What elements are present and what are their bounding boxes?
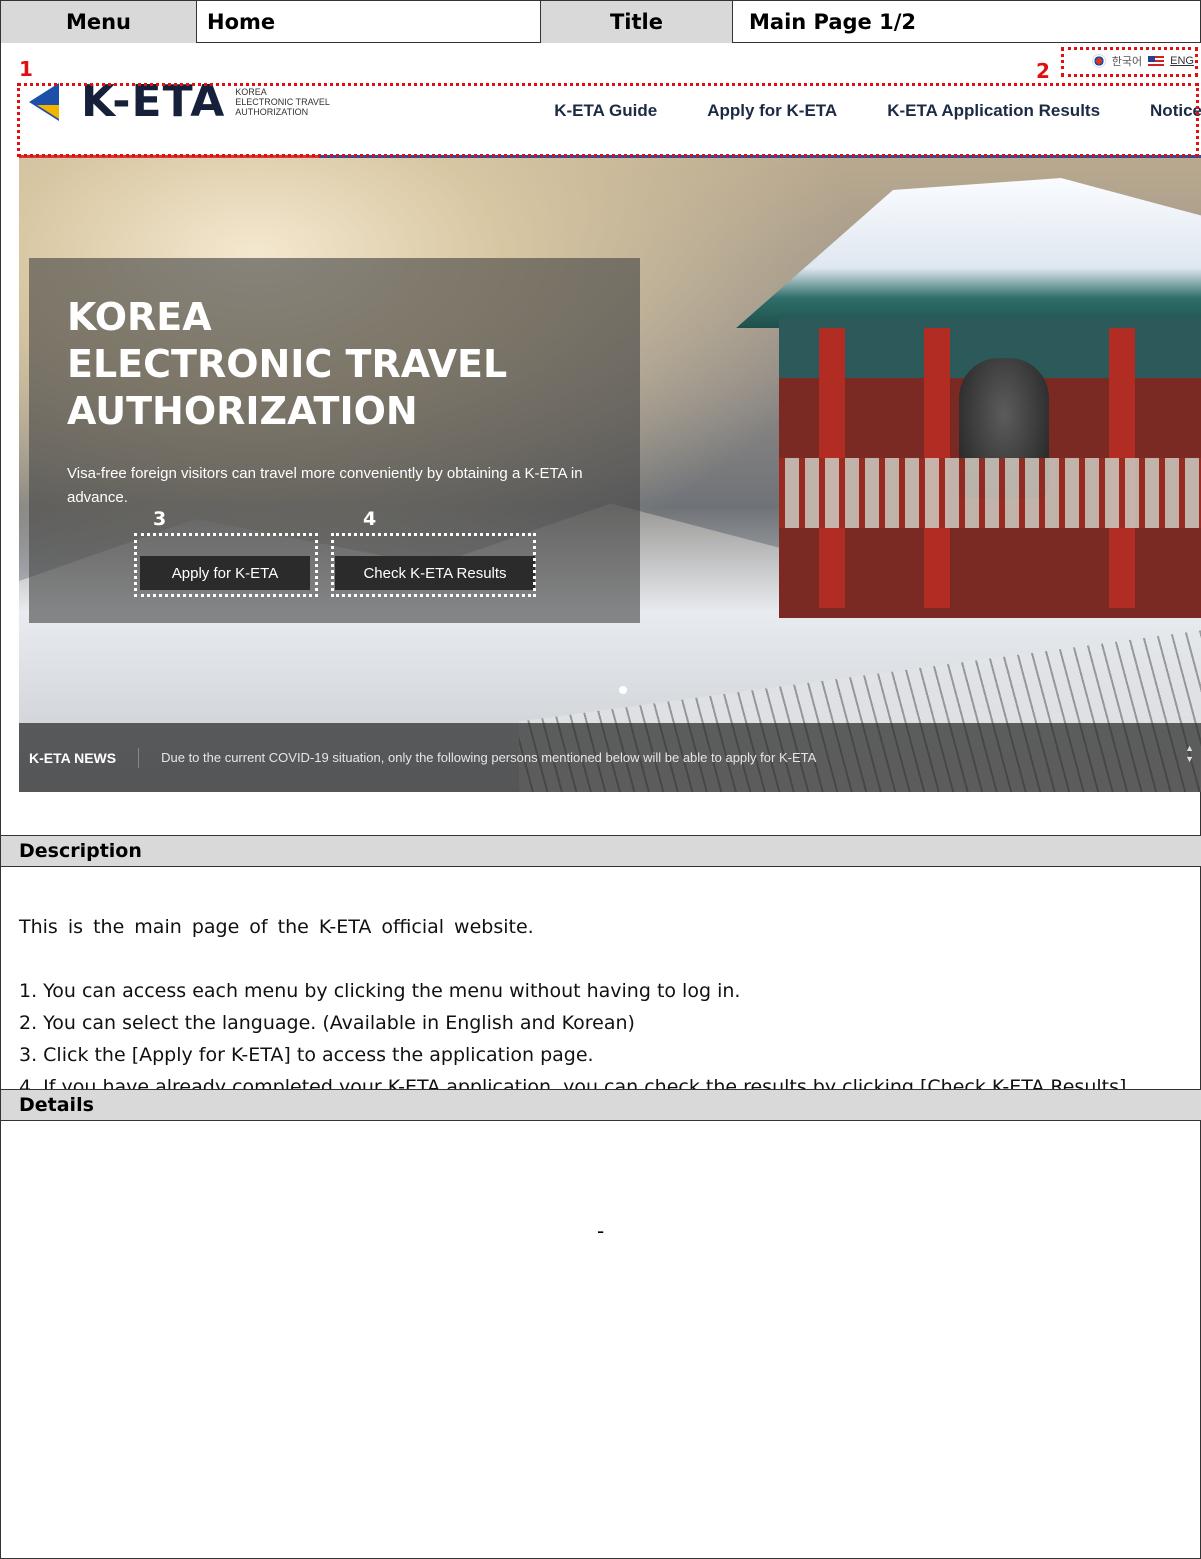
header-row: Menu Home Title Main Page 1/2	[1, 1, 1201, 43]
news-divider	[138, 747, 140, 768]
details-value: -	[597, 1219, 605, 1243]
news-arrows: ▲ ▼	[1185, 743, 1194, 765]
arrow-up-icon[interactable]: ▲	[1185, 743, 1194, 754]
description-intro: This is the main page of the K-ETA offic…	[19, 916, 534, 938]
news-text[interactable]: Due to the current COVID-19 situation, o…	[161, 750, 816, 765]
hero-title: KOREA ELECTRONIC TRAVEL AUTHORIZATION	[67, 295, 508, 433]
hero-description: Visa-free foreign visitors can travel mo…	[67, 465, 583, 506]
description-heading: Description	[1, 835, 1201, 867]
news-label: K-ETA NEWS	[29, 749, 117, 766]
callout-box-4	[331, 533, 536, 597]
callout-number-4: 4	[363, 508, 377, 530]
description-item: 1. You can access each menu by clicking …	[19, 980, 741, 1002]
carousel-dot[interactable]	[619, 686, 627, 694]
description-item: 2. You can select the language. (Availab…	[19, 1012, 635, 1034]
callout-number-1: 1	[19, 57, 33, 81]
description-item: 3. Click the [Apply for K-ETA] to access…	[19, 1044, 594, 1066]
carousel-dots	[619, 686, 627, 694]
news-ticker: K-ETA NEWS Due to the current COVID-19 s…	[19, 723, 1201, 792]
pavilion-railing	[779, 458, 1201, 528]
callout-number-2: 2	[1036, 59, 1050, 83]
title-label: Title	[541, 1, 733, 43]
document-frame: Menu Home Title Main Page 1/2 K-ETA KORE…	[0, 0, 1201, 1559]
pavilion-roof	[736, 178, 1201, 328]
callout-number-3: 3	[153, 508, 167, 530]
hero-banner: KOREA ELECTRONIC TRAVEL AUTHORIZATION Vi…	[19, 158, 1201, 792]
callout-box-3	[134, 533, 318, 597]
callout-box-2	[1061, 47, 1198, 77]
menu-label: Menu	[1, 1, 197, 43]
menu-value: Home	[197, 1, 541, 43]
details-heading: Details	[1, 1089, 1201, 1121]
title-value: Main Page 1/2	[749, 10, 917, 34]
callout-box-1	[17, 83, 1199, 157]
arrow-down-icon[interactable]: ▼	[1185, 754, 1194, 765]
description-body: This is the main page of the K-ETA offic…	[19, 911, 1194, 1103]
